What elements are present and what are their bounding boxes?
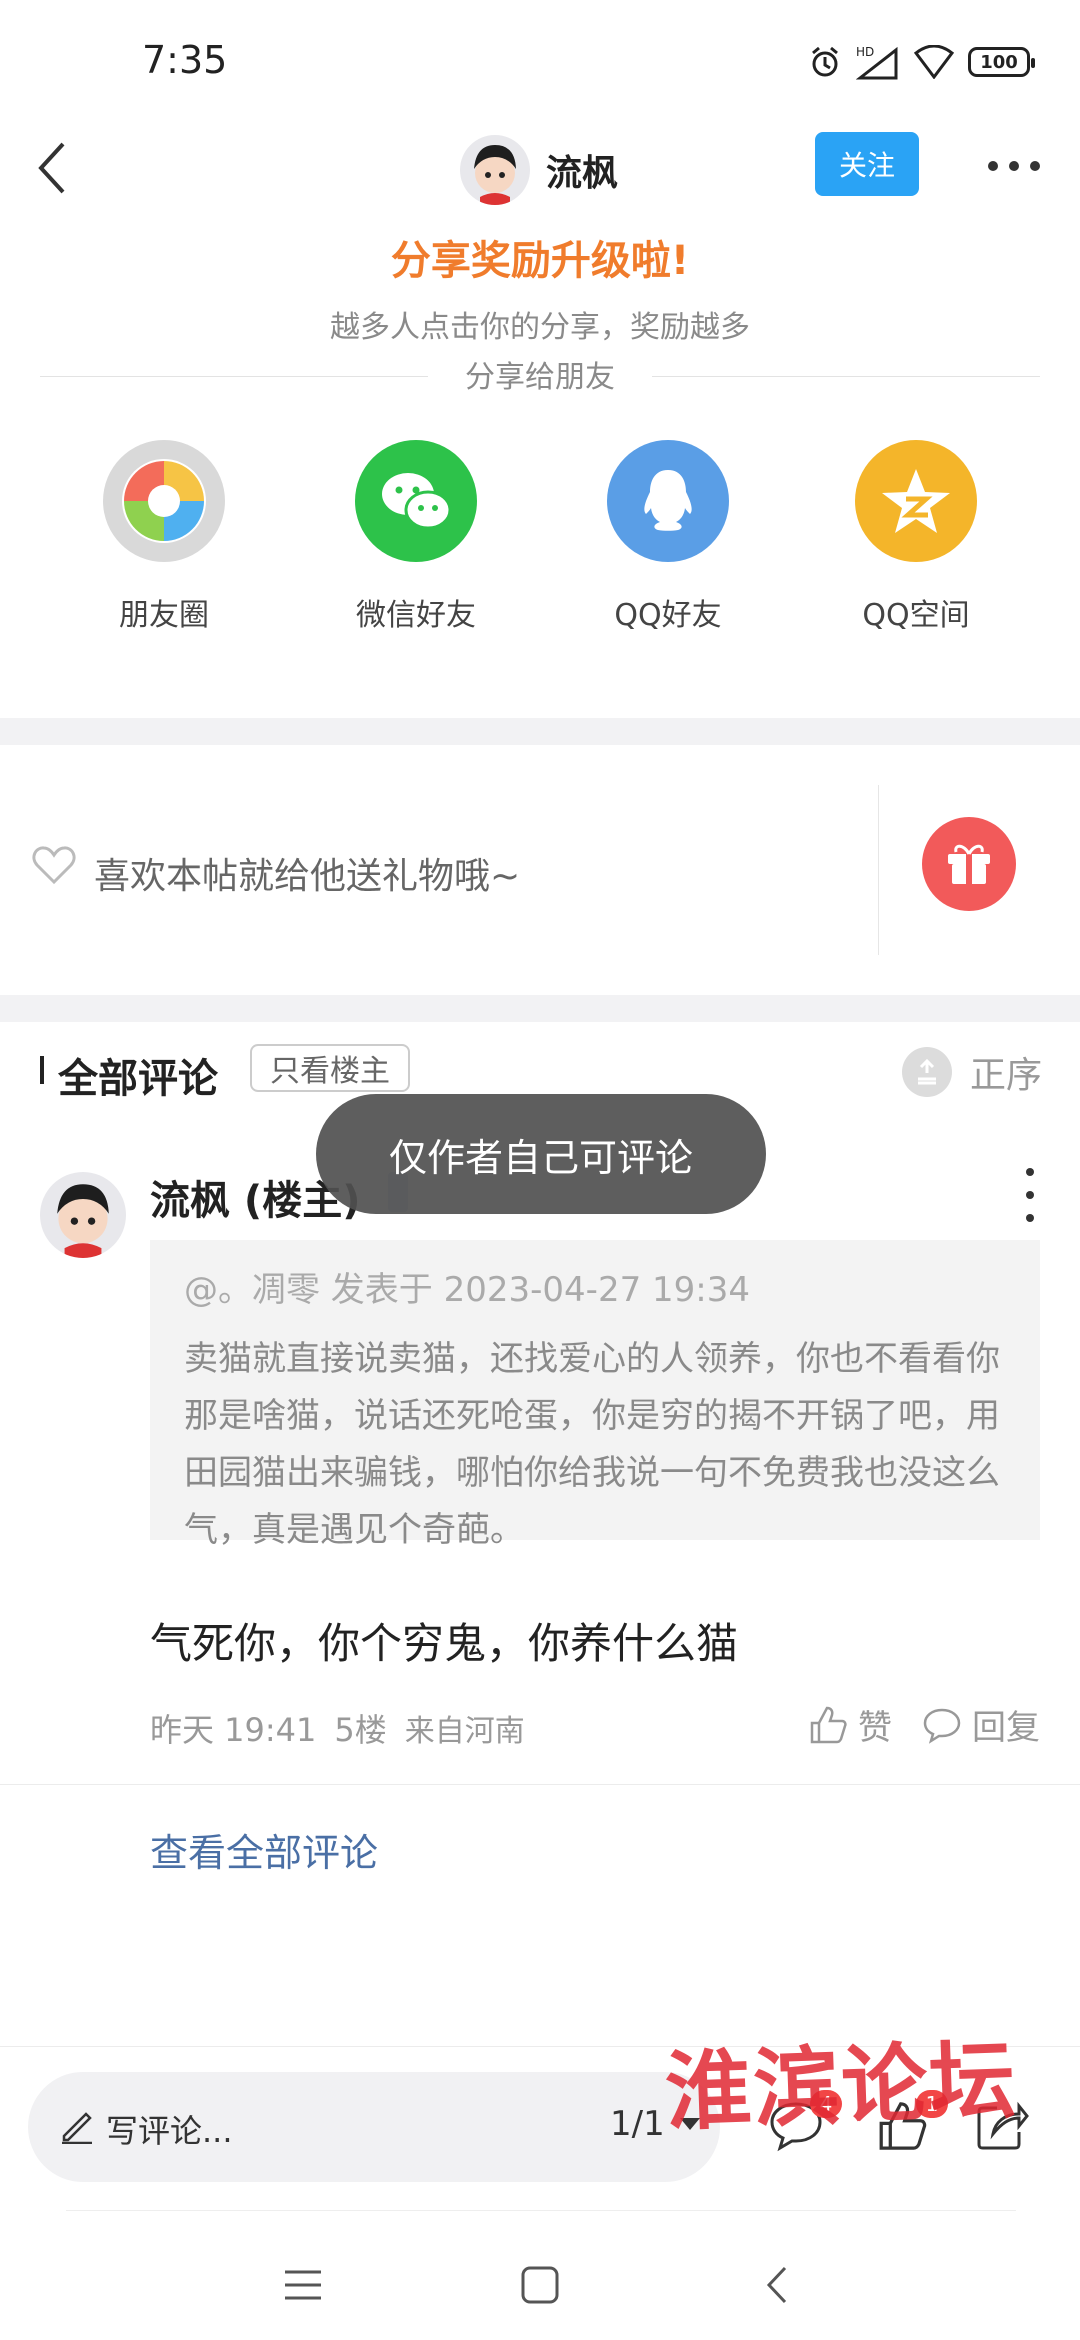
post-header: 流枫 关注: [0, 120, 1080, 220]
home-icon[interactable]: [515, 2260, 565, 2310]
thumbs-up-icon: [810, 1706, 847, 1743]
share-to-divider: 分享给朋友: [0, 352, 1080, 395]
like-button[interactable]: 赞: [808, 1700, 892, 1749]
comment-body: 气死你，你个穷鬼，你养什么猫: [150, 1619, 739, 1668]
gift-hint[interactable]: 喜欢本帖就给他送礼物哦~: [94, 847, 520, 899]
more-icon[interactable]: [988, 146, 1040, 186]
status-icons: HD 100: [808, 42, 1035, 82]
share-to-label: 分享给朋友: [465, 360, 615, 395]
comment-info: 昨天 19:41 5楼 来自河南: [150, 1705, 525, 1751]
sort-label: 正序: [969, 1055, 1042, 1096]
qzone-icon[interactable]: [855, 440, 977, 562]
share-qq-label: QQ好友: [614, 598, 722, 633]
wechat-icon[interactable]: [355, 440, 477, 562]
comment-more-icon[interactable]: [1024, 1168, 1036, 1222]
share-moments-label: 朋友圈: [119, 598, 209, 633]
menu-icon[interactable]: [278, 2260, 328, 2310]
share-title: 分享奖励升级啦!: [390, 238, 690, 284]
comments-title: 全部评论: [58, 1056, 218, 1102]
comment-time: 昨天 19:41: [150, 1711, 317, 1749]
share-qq[interactable]: QQ好友: [568, 440, 768, 634]
signal-icon: HD: [856, 45, 898, 80]
comment-floor: 5楼: [334, 1711, 387, 1749]
nav-back-icon[interactable]: [752, 2260, 802, 2310]
share-subtitle: 越多人点击你的分享，奖励越多: [330, 310, 750, 345]
comments-divider: [0, 1784, 1080, 1785]
status-bar: 7:35 HD 100: [0, 0, 1080, 120]
view-all-comments-link[interactable]: 查看全部评论: [150, 1822, 378, 1877]
comment-input-placeholder: 写评论...: [106, 2112, 233, 2150]
comments-title-bar: [40, 1056, 44, 1084]
avatar[interactable]: [460, 135, 530, 205]
wifi-icon: [914, 45, 954, 79]
follow-button[interactable]: 关注: [815, 132, 919, 196]
quoted-comment: @。凋零 发表于 2023-04-27 19:34 卖猫就直接说卖猫，还找爱心的…: [150, 1240, 1040, 1550]
gift-divider: [878, 785, 879, 955]
author-info[interactable]: 流枫: [460, 130, 618, 210]
comment-avatar[interactable]: [40, 1172, 126, 1258]
reply-button[interactable]: 回复: [922, 1700, 1040, 1749]
section-separator-2: [0, 995, 1080, 1022]
quote-text: 卖猫就直接说卖猫，还找爱心的人领养，你也不看看你那是啥猫，说话还死呛蛋，你是穷的…: [184, 1339, 1000, 1550]
qq-icon[interactable]: [607, 440, 729, 562]
sort-icon: [901, 1047, 952, 1097]
like-label: 赞: [858, 1708, 892, 1748]
battery-icon: 100: [968, 47, 1035, 77]
author-name[interactable]: 流枫: [546, 144, 618, 196]
system-navigation-bar: [0, 2230, 1080, 2340]
svg-text:HD: HD: [856, 45, 874, 59]
comment-location: 来自河南: [404, 1714, 525, 1749]
share-qzone[interactable]: QQ空间: [816, 440, 1016, 634]
page-indicator[interactable]: 1/1: [610, 2104, 665, 2144]
heart-icon[interactable]: [32, 845, 76, 885]
sort-button[interactable]: 正序: [901, 1046, 1042, 1098]
share-wechat-label: 微信好友: [356, 598, 476, 633]
gift-icon: [948, 844, 990, 884]
share-items: 朋友圈 微信好友 QQ好友 QQ空间: [0, 440, 1080, 640]
section-separator: [0, 718, 1080, 745]
back-icon[interactable]: [22, 138, 82, 198]
status-time: 7:35: [142, 38, 228, 82]
gift-button[interactable]: [922, 817, 1016, 911]
alarm-icon: [812, 46, 838, 77]
share-qzone-label: QQ空间: [862, 598, 970, 633]
forum-watermark: 淮滨论坛: [663, 2029, 1019, 2144]
only-host-button[interactable]: 只看楼主: [250, 1044, 410, 1092]
comment-input[interactable]: 写评论... 1/1: [28, 2072, 720, 2182]
toast-message: 仅作者自己可评论: [316, 1094, 766, 1214]
moments-icon[interactable]: [103, 440, 225, 562]
reply-icon: [923, 1708, 961, 1744]
share-moments[interactable]: 朋友圈: [64, 440, 264, 634]
quote-meta: @。凋零 发表于 2023-04-27 19:34: [184, 1270, 750, 1310]
system-nav-divider: [66, 2210, 1016, 2211]
gift-row: 喜欢本帖就给他送礼物哦~: [0, 745, 1080, 995]
comment-actions: 赞 回复: [808, 1700, 1040, 1749]
reply-label: 回复: [972, 1708, 1040, 1748]
pen-icon: [62, 2112, 92, 2144]
share-wechat[interactable]: 微信好友: [316, 440, 516, 634]
